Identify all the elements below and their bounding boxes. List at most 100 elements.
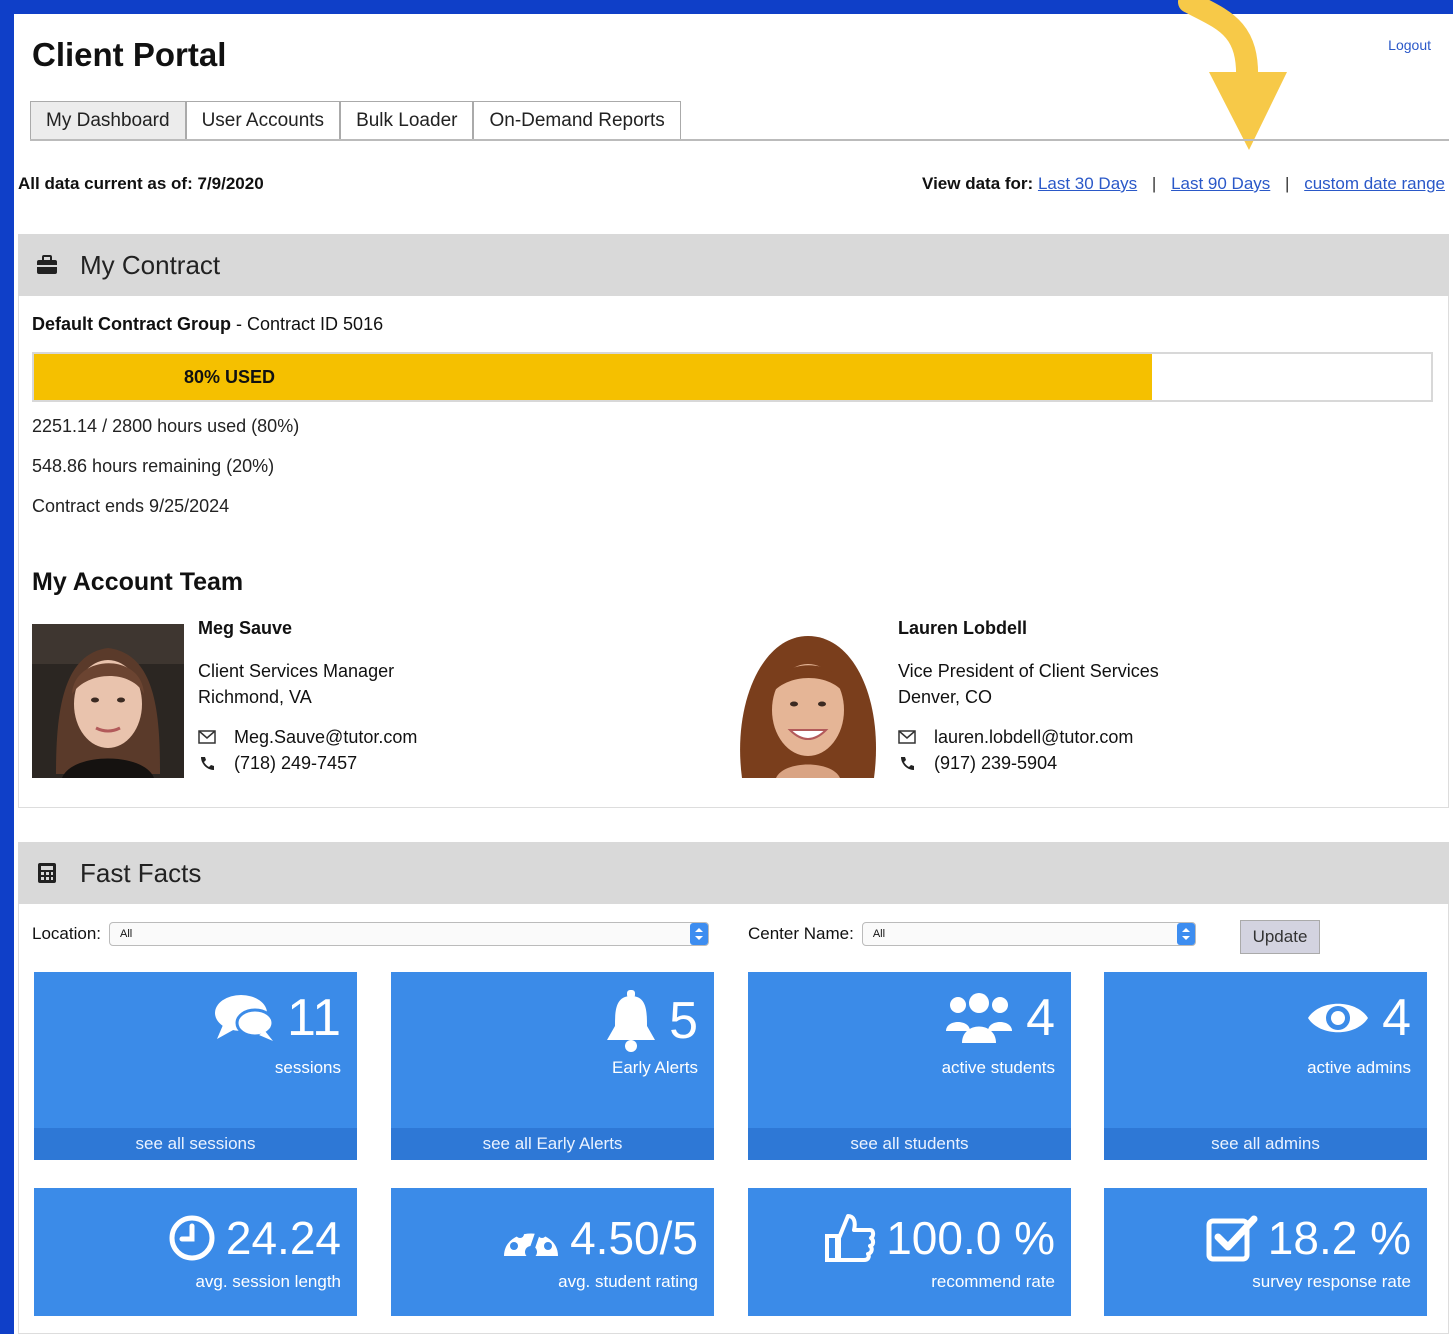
tile-label: avg. session length — [195, 1272, 341, 1291]
data-current-as-of: All data current as of: 7/9/2020 — [18, 174, 264, 193]
see-all-sessions-link[interactable]: see all sessions — [34, 1128, 357, 1160]
nav-tabs: My Dashboard User Accounts Bulk Loader O… — [30, 101, 1449, 141]
tile-label: recommend rate — [931, 1272, 1055, 1291]
clock-icon — [169, 1215, 215, 1261]
contract-id: - Contract ID 5016 — [231, 314, 384, 334]
briefcase-icon — [37, 255, 57, 274]
member-role: Vice President of Client Services Denver… — [898, 658, 1159, 710]
center-value: All — [872, 928, 886, 940]
tile-head: 24.24 — [168, 1210, 341, 1266]
tile-head: 4.50/5 — [502, 1210, 698, 1266]
tile-label: sessions — [274, 1058, 341, 1077]
tile-value: 11 — [287, 989, 341, 1047]
student-rating-tile: 4.50/5 avg. student rating — [391, 1188, 714, 1316]
avatar — [732, 624, 884, 778]
tile-head: 4 — [944, 990, 1055, 1046]
member-email[interactable]: Meg.Sauve@tutor.com — [234, 724, 417, 750]
recommend-rate-tile: 100.0 % recommend rate — [748, 1188, 1071, 1316]
active-students-tile[interactable]: 4 active students see all students — [748, 972, 1071, 1160]
view-data-range: View data for: Last 30 Days | Last 90 Da… — [922, 174, 1445, 194]
location-value: All — [120, 928, 133, 940]
range-last-30-days-link[interactable]: Last 30 Days — [1038, 174, 1137, 193]
page-title: Client Portal — [32, 36, 227, 73]
member-name: Lauren Lobdell — [898, 618, 1028, 638]
fast-facts-header: Fast Facts — [18, 842, 1449, 904]
member-contact: lauren.lobdell@tutor.com (917) 239-5904 — [898, 724, 1133, 776]
range-separator: | — [1151, 174, 1157, 193]
tab-my-dashboard[interactable]: My Dashboard — [30, 101, 186, 139]
tile-label: survey response rate — [1252, 1272, 1411, 1291]
client-portal-page: Client Portal Logout My Dashboard User A… — [14, 0, 1453, 1334]
see-all-admins-link[interactable]: see all admins — [1104, 1128, 1427, 1160]
calculator-icon — [38, 863, 56, 883]
tile-head: 5 — [605, 990, 698, 1052]
update-button[interactable]: Update — [1240, 920, 1320, 954]
range-last-90-days-link[interactable]: Last 90 Days — [1171, 174, 1270, 193]
member-location: Richmond, VA — [198, 687, 312, 707]
fast-facts-title: Fast Facts — [80, 858, 202, 888]
tab-on-demand-reports[interactable]: On-Demand Reports — [473, 101, 681, 139]
tab-bulk-loader[interactable]: Bulk Loader — [340, 101, 474, 139]
tile-value: 5 — [669, 992, 698, 1050]
hours-used: 2251.14 / 2800 hours used (80%) — [32, 416, 300, 436]
progress-label: 80% USED — [184, 367, 276, 387]
chat-bubbles-icon — [215, 995, 275, 1041]
avatar — [32, 624, 184, 778]
tile-label: avg. student rating — [558, 1272, 698, 1291]
tile-label: active admins — [1307, 1058, 1411, 1077]
my-contract-header: My Contract — [18, 234, 1449, 296]
contract-usage-progress: 80% USED — [32, 352, 1433, 402]
member-phone: (718) 249-7457 — [234, 753, 358, 773]
member-name: Meg Sauve — [198, 618, 293, 638]
contract-line: Default Contract Group - Contract ID 501… — [32, 314, 383, 335]
my-contract-title: My Contract — [80, 250, 221, 280]
location-label: Location: — [32, 924, 101, 943]
member-location: Denver, CO — [898, 687, 993, 707]
select-arrows-icon — [1176, 923, 1195, 945]
tile-head: 18.2 % — [1206, 1210, 1411, 1266]
phone-icon — [901, 757, 914, 770]
account-team-title: My Account Team — [32, 568, 244, 596]
contract-group-name: Default Contract Group — [32, 314, 232, 334]
tile-head: 100.0 % — [824, 1210, 1055, 1266]
member-title: Vice President of Client Services — [898, 661, 1159, 681]
select-arrows-icon — [690, 923, 708, 945]
tile-label: active students — [941, 1058, 1055, 1077]
member-email[interactable]: lauren.lobdell@tutor.com — [934, 724, 1133, 750]
center-select[interactable]: All — [861, 922, 1196, 946]
member-phone-row: (917) 239-5904 — [898, 750, 1133, 776]
phone-icon — [201, 757, 214, 770]
session-length-tile: 24.24 avg. session length — [34, 1188, 357, 1316]
tab-user-accounts[interactable]: User Accounts — [185, 101, 341, 139]
sessions-tile[interactable]: 11 sessions see all sessions — [34, 972, 357, 1160]
tile-value: 4 — [1382, 989, 1411, 1047]
tile-value: 100.0 % — [886, 1212, 1055, 1264]
tile-label: Early Alerts — [612, 1058, 698, 1077]
survey-response-tile: 18.2 % survey response rate — [1104, 1188, 1427, 1316]
envelope-icon — [198, 730, 216, 744]
tile-value: 24.24 — [225, 1212, 341, 1264]
member-phone: (917) 239-5904 — [934, 753, 1058, 773]
tile-head: 11 — [213, 990, 341, 1046]
hours-remaining: 548.86 hours remaining (20%) — [32, 456, 275, 476]
location-filter: Location: All — [32, 922, 709, 946]
view-data-label: View data for: — [922, 174, 1034, 193]
envelope-icon — [898, 730, 916, 744]
active-admins-tile[interactable]: 4 active admins see all admins — [1104, 972, 1427, 1160]
contract-end: Contract ends 9/25/2024 — [32, 496, 230, 516]
tile-head: 4 — [1306, 990, 1411, 1046]
member-role: Client Services Manager Richmond, VA — [198, 658, 394, 710]
member-contact: Meg.Sauve@tutor.com (718) 249-7457 — [198, 724, 417, 776]
logout-link[interactable]: Logout — [1388, 37, 1431, 53]
see-all-students-link[interactable]: see all students — [748, 1128, 1071, 1160]
users-icon — [946, 993, 1013, 1043]
location-select[interactable]: All — [109, 922, 709, 946]
member-email-row: Meg.Sauve@tutor.com — [198, 724, 417, 750]
eye-icon — [1308, 1003, 1369, 1033]
bell-icon — [607, 990, 656, 1052]
center-label: Center Name: — [748, 924, 854, 943]
range-custom-link[interactable]: custom date range — [1304, 174, 1445, 193]
early-alerts-tile[interactable]: 5 Early Alerts see all Early Alerts — [391, 972, 714, 1160]
see-all-early-alerts-link[interactable]: see all Early Alerts — [391, 1128, 714, 1160]
range-separator: | — [1285, 174, 1290, 193]
